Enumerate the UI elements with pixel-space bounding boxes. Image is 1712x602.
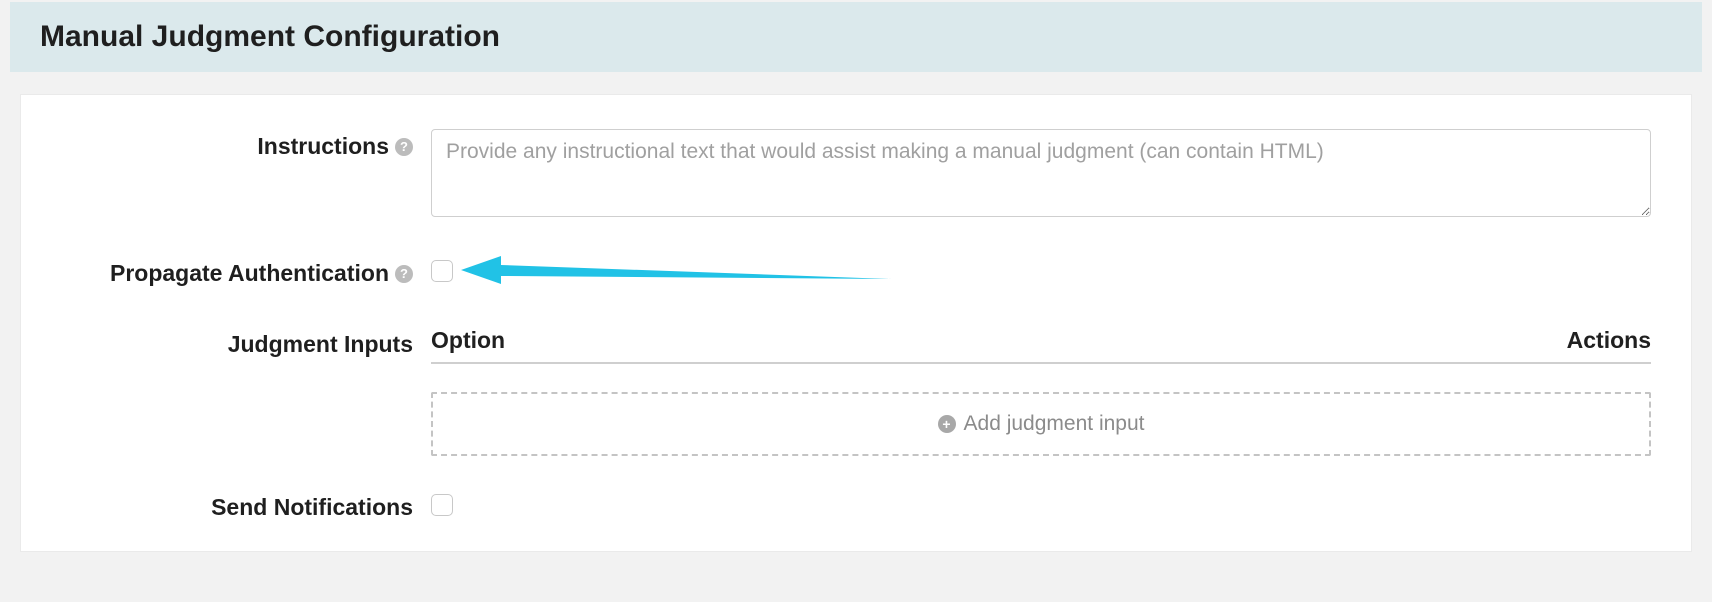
label-col-notify: Send Notifications xyxy=(61,490,431,521)
label-col-propagate: Propagate Authentication ? xyxy=(61,256,431,287)
config-panel: Instructions ? Propagate Authentication … xyxy=(20,94,1692,552)
column-option: Option xyxy=(431,327,505,354)
instructions-label: Instructions xyxy=(257,133,389,160)
add-judgment-input-label: Add judgment input xyxy=(964,412,1145,436)
judgment-inputs-label: Judgment Inputs xyxy=(228,331,413,358)
propagate-auth-label: Propagate Authentication xyxy=(110,260,389,287)
label-col-instructions: Instructions ? xyxy=(61,129,431,160)
input-col-propagate xyxy=(431,256,1651,287)
send-notifications-checkbox[interactable] xyxy=(431,494,453,516)
section-title: Manual Judgment Configuration xyxy=(40,20,1692,54)
row-instructions: Instructions ? xyxy=(61,129,1651,222)
judgment-inputs-table-header: Option Actions xyxy=(431,327,1651,364)
input-col-judgment: Option Actions + Add judgment input xyxy=(431,327,1651,456)
column-actions: Actions xyxy=(1567,327,1651,354)
input-col-instructions xyxy=(431,129,1651,222)
help-icon[interactable]: ? xyxy=(395,138,413,156)
add-judgment-input-button[interactable]: + Add judgment input xyxy=(431,392,1651,456)
plus-circle-icon: + xyxy=(938,415,956,433)
send-notifications-label: Send Notifications xyxy=(211,494,413,521)
propagate-auth-checkbox[interactable] xyxy=(431,260,453,282)
help-icon[interactable]: ? xyxy=(395,265,413,283)
row-propagate-auth: Propagate Authentication ? xyxy=(61,256,1651,287)
input-col-notify xyxy=(431,490,1651,521)
row-judgment-inputs: Judgment Inputs Option Actions + Add jud… xyxy=(61,327,1651,456)
row-send-notifications: Send Notifications xyxy=(61,490,1651,521)
instructions-textarea[interactable] xyxy=(431,129,1651,217)
annotation-arrow-icon xyxy=(461,256,891,302)
section-header: Manual Judgment Configuration xyxy=(10,2,1702,72)
label-col-judgment: Judgment Inputs xyxy=(61,327,431,358)
